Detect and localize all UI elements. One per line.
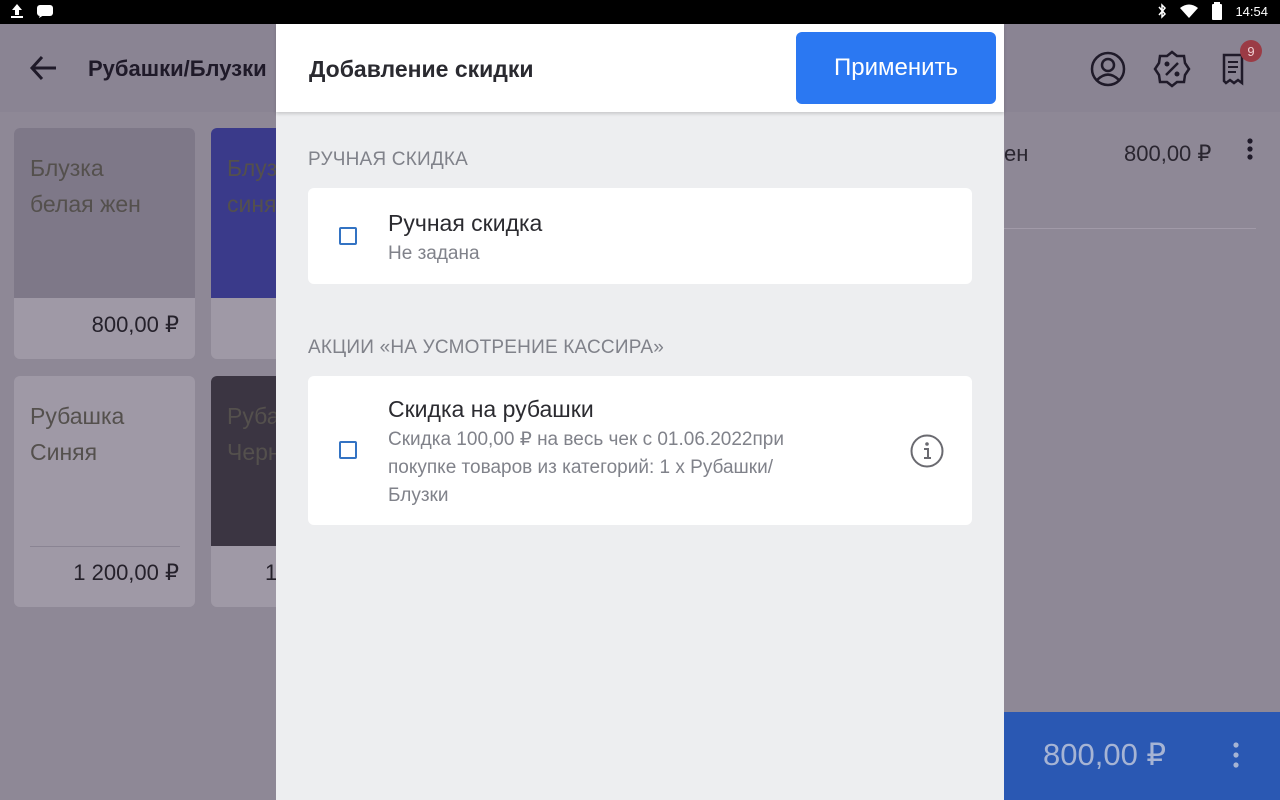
cart-total: 800,00 ₽ [1043, 737, 1167, 772]
message-icon [36, 3, 54, 19]
add-discount-dialog: Добавление скидки Применить РУЧНАЯ СКИДК… [276, 24, 1004, 800]
manual-discount-item[interactable]: Ручная скидка Не задана [308, 188, 972, 284]
clock: 14:54 [1235, 3, 1268, 19]
promo-item[interactable]: Скидка на рубашки Скидка 100,00 ₽ на вес… [308, 376, 972, 525]
cart-item-price: 800,00 ₽ [1124, 141, 1212, 166]
battery-icon [1211, 2, 1223, 20]
back-arrow-icon[interactable] [28, 54, 60, 82]
manual-discount-checkbox[interactable] [339, 227, 357, 245]
user-circle-icon[interactable] [1088, 49, 1128, 89]
product-price: 1 200,00 ₽ [73, 560, 179, 585]
promo-description: Скидка 100,00 ₽ на весь чек с 01.06.2022… [388, 429, 784, 506]
product-name: Блузка белая жен [30, 155, 141, 217]
product-tile[interactable]: Рубашка Синяя 1 200,00 ₽ [14, 376, 195, 607]
manual-discount-section-label: РУЧНАЯ СКИДКА [308, 149, 469, 170]
product-tile[interactable]: Блузка белая жен 800,00 ₽ [14, 128, 195, 359]
cart-count-badge: 9 [1240, 40, 1262, 62]
divider [1004, 228, 1256, 229]
manual-discount-title: Ручная скидка [388, 210, 543, 236]
cart-item-name: ен [1004, 141, 1029, 166]
discount-percent-icon[interactable] [1152, 49, 1192, 89]
wifi-icon [1179, 3, 1199, 19]
promo-section-label: АКЦИИ «НА УСМОТРЕНИЕ КАССИРА» [308, 337, 664, 358]
more-vert-icon[interactable] [1226, 741, 1246, 776]
upload-icon [10, 3, 24, 19]
page-title: Рубашки/Блузки [88, 56, 267, 81]
manual-discount-value: Не задана [388, 243, 480, 264]
promo-checkbox[interactable] [339, 441, 357, 459]
dialog-title: Добавление скидки [309, 56, 534, 82]
product-price: 800,00 ₽ [91, 312, 179, 337]
bluetooth-icon [1157, 3, 1167, 19]
promo-title: Скидка на рубашки [388, 396, 594, 422]
product-name: Блуз синя [227, 155, 278, 217]
more-vert-icon[interactable] [1240, 136, 1260, 169]
divider [30, 546, 180, 547]
product-name: Рубашка Синяя [30, 403, 125, 465]
info-icon[interactable] [910, 434, 944, 468]
status-bar: 14:54 [0, 0, 1280, 24]
apply-button[interactable]: Применить [796, 32, 996, 104]
dialog-header: Добавление скидки Применить [276, 24, 1004, 112]
